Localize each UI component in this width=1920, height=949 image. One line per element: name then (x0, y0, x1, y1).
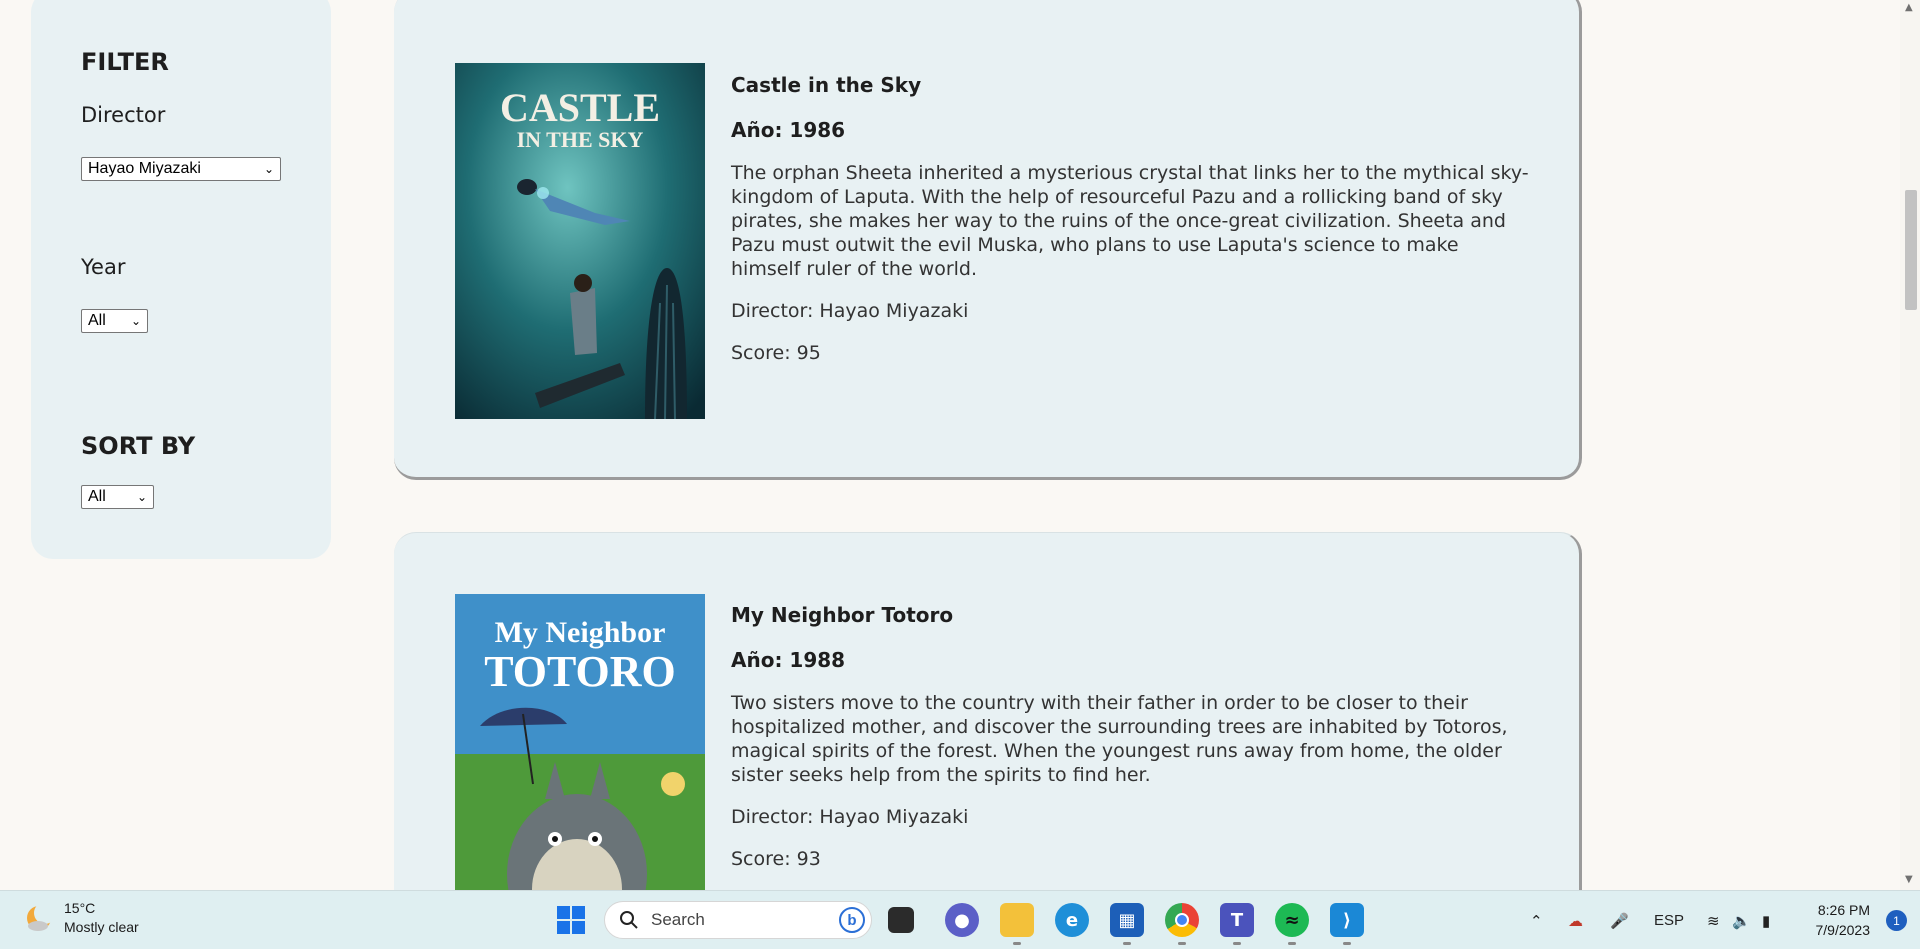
clock-time: 8:26 PM (1817, 902, 1870, 918)
director-select[interactable]: Hayao Miyazaki ⌄ (81, 157, 281, 181)
taskbar-search[interactable]: Search b (604, 901, 872, 939)
running-indicator (1178, 942, 1186, 945)
onedrive-error-icon[interactable]: ☁ (1568, 891, 1583, 949)
director-select-value: Hayao Miyazaki (88, 160, 201, 177)
movie-year: Año: 1986 (731, 118, 846, 142)
search-placeholder: Search (651, 910, 705, 929)
movie-poster: CASTLE IN THE SKY (455, 63, 705, 419)
scrollbar-thumb[interactable] (1905, 190, 1917, 310)
chrome-icon[interactable] (1165, 903, 1199, 937)
filter-sidebar: FILTER Director Hayao Miyazaki ⌄ Year Al… (31, 0, 331, 559)
movie-title: Castle in the Sky (731, 73, 922, 97)
movie-info: My Neighbor Totoro Año: 1988 Two sisters… (731, 603, 1531, 890)
poster-title-line2: IN THE SKY (517, 127, 644, 152)
director-label: Director (81, 103, 166, 127)
chevron-down-icon: ⌄ (130, 314, 141, 328)
year-label: Year (81, 255, 126, 279)
running-indicator (1288, 942, 1296, 945)
running-indicator (1343, 942, 1351, 945)
sort-select-value: All (88, 488, 106, 505)
wifi-icon[interactable]: ≋ (1707, 891, 1720, 949)
movie-card: CASTLE IN THE SKY Castle in the Sky Año:… (394, 0, 1582, 480)
page-scrollbar[interactable]: ▲ ▼ (1900, 0, 1920, 890)
year-select[interactable]: All ⌄ (81, 309, 148, 333)
store-icon[interactable]: ▦ (1110, 903, 1144, 937)
movie-director: Director: Hayao Miyazaki (731, 300, 969, 322)
search-icon (620, 911, 638, 929)
poster-title-line1: CASTLE (500, 85, 660, 130)
task-view-icon[interactable] (888, 907, 914, 933)
file-explorer-icon[interactable] (1000, 903, 1034, 937)
movie-info: Castle in the Sky Año: 1986 The orphan S… (731, 73, 1531, 384)
running-indicator (1013, 942, 1021, 945)
poster-title-line1: My Neighbor (495, 616, 666, 649)
movie-score: Score: 95 (731, 342, 821, 364)
scroll-up-icon[interactable]: ▲ (1905, 2, 1913, 13)
movie-description: Two sisters move to the country with the… (731, 692, 1508, 786)
weather-widget[interactable]: 15°C Mostly clear (24, 899, 139, 937)
running-indicator (1123, 942, 1131, 945)
spotify-icon[interactable]: ≈ (1275, 903, 1309, 937)
start-icon[interactable] (554, 903, 588, 937)
movie-description: The orphan Sheeta inherited a mysterious… (731, 162, 1529, 280)
weather-condition: Mostly clear (64, 919, 139, 935)
volume-icon[interactable]: 🔈 (1732, 891, 1751, 949)
movie-year: Año: 1988 (731, 648, 846, 672)
vscode-icon[interactable]: ⟩ (1330, 903, 1364, 937)
chevron-down-icon: ⌄ (136, 490, 147, 504)
clock-date: 7/9/2023 (1815, 922, 1871, 938)
moon-icon (27, 903, 54, 931)
movie-card: My Neighbor TOTORO My Neighbor Totoro Añ… (394, 532, 1582, 949)
chevron-down-icon: ⌄ (263, 162, 274, 176)
microphone-icon[interactable]: 🎤 (1610, 891, 1629, 949)
edge-icon[interactable]: e (1055, 903, 1089, 937)
bing-icon[interactable]: b (839, 907, 865, 933)
teams-chat-icon[interactable]: ● (945, 903, 979, 937)
year-select-value: All (88, 312, 106, 329)
weather-temperature: 15°C (64, 900, 96, 916)
movie-score: Score: 93 (731, 848, 821, 870)
scroll-down-icon[interactable]: ▼ (1905, 874, 1913, 885)
running-indicator (1233, 942, 1241, 945)
system-clock[interactable]: 8:26 PM 7/9/2023 (1816, 900, 1871, 940)
taskbar: 15°C Mostly clear Search b ● e ▦ T ≈ ⟩ ⌃… (0, 890, 1920, 949)
poster-title-line2: TOTORO (484, 647, 676, 696)
sort-heading: SORT BY (81, 432, 196, 460)
show-hidden-icons-icon[interactable]: ⌃ (1530, 891, 1543, 949)
battery-icon[interactable]: ▮ (1762, 891, 1770, 949)
teams-icon[interactable]: T (1220, 903, 1254, 937)
notification-badge[interactable]: 1 (1886, 910, 1907, 931)
language-indicator[interactable]: ESP (1654, 891, 1684, 949)
sort-select[interactable]: All ⌄ (81, 485, 154, 509)
movie-title: My Neighbor Totoro (731, 603, 954, 627)
filter-heading: FILTER (81, 48, 169, 76)
movie-director: Director: Hayao Miyazaki (731, 806, 969, 828)
